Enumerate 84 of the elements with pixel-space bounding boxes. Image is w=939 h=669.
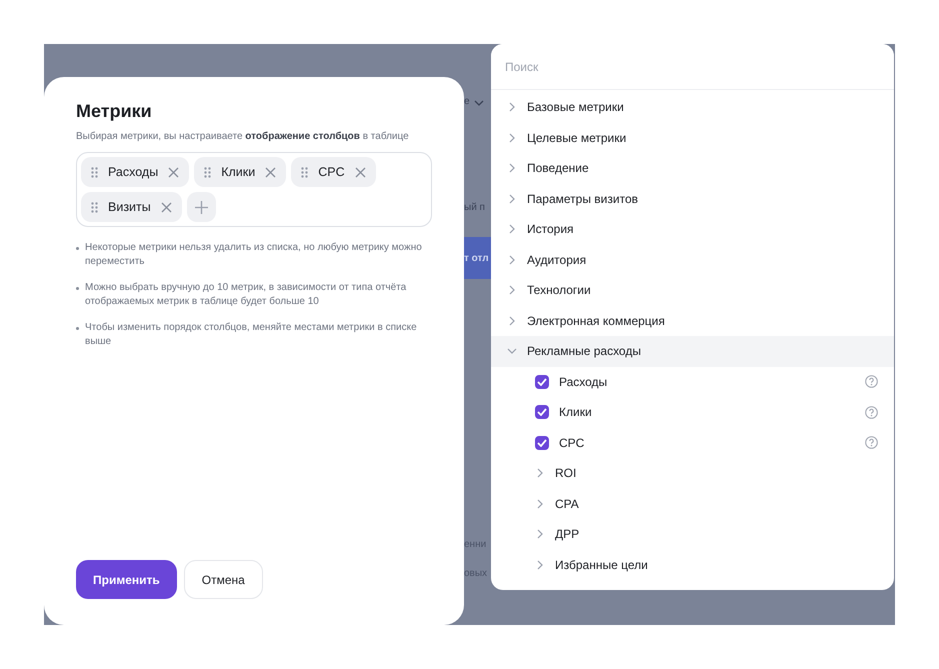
chip-label: Клики [221, 165, 256, 179]
chevron-right-icon [507, 254, 517, 265]
category-item[interactable]: Аудитория [491, 244, 894, 275]
help-icon[interactable] [865, 375, 878, 388]
category-label: Базовые метрики [527, 100, 624, 114]
category-item[interactable]: Технологии [491, 275, 894, 306]
metrics-chip-field[interactable]: Расходы Клики CPC Визиты [76, 152, 432, 227]
checkbox[interactable] [535, 436, 549, 450]
chip-label: CPC [318, 165, 345, 179]
dialog-title: Метрики [76, 101, 153, 122]
help-icon[interactable] [865, 436, 878, 450]
chevron-right-icon [507, 194, 517, 204]
metric-chip[interactable]: Расходы [81, 157, 190, 187]
category-label: Электронная коммерция [527, 314, 665, 328]
drag-handle-icon[interactable] [91, 202, 98, 212]
bullet-icon [76, 327, 79, 330]
hint-text: Некоторые метрики нельзя удалить из списка, но любую метрику можно переместить [85, 241, 423, 269]
metric-option[interactable]: Клики [491, 397, 894, 428]
chip-label: Визиты [108, 200, 151, 214]
chevron-right-icon [507, 163, 517, 174]
chevron-right-icon [507, 224, 517, 234]
search-field[interactable]: Поиск [491, 44, 894, 90]
cancel-button[interactable]: Отмена [184, 560, 263, 599]
category-label: История [527, 222, 574, 236]
category-item[interactable]: Целевые метрики [491, 122, 894, 153]
subgroup-item[interactable]: CPA [491, 488, 894, 519]
metric-chip[interactable]: CPC [291, 157, 376, 187]
chevron-right-icon [507, 316, 517, 326]
chevron-right-icon [507, 132, 517, 143]
drag-handle-icon[interactable] [204, 166, 212, 178]
category-item[interactable]: Параметры визитов [491, 184, 894, 214]
subgroup-item[interactable]: ROI [491, 458, 894, 488]
category-item[interactable]: Электронная коммерция [491, 306, 894, 336]
checkbox[interactable] [535, 405, 549, 420]
hint-text: Можно выбрать вручную до 10 метрик, в зависимости от типа отчёта отображаемых метрик в таблице будет больше 10 [85, 281, 408, 309]
background-text: е [464, 96, 470, 107]
chevron-right-icon [535, 560, 545, 570]
drag-handle-icon[interactable] [301, 166, 308, 178]
chevron-right-icon [507, 285, 517, 296]
hint-text: Чтобы изменить порядок столбцов, меняйте местами метрики в списке выше [85, 321, 418, 349]
close-icon[interactable] [160, 202, 172, 212]
close-icon[interactable] [265, 166, 276, 178]
subgroup-label: Избранные цели [555, 558, 649, 572]
subgroup-item[interactable]: ДРР [491, 519, 894, 550]
plus-icon [194, 200, 208, 214]
category-item[interactable]: История [491, 214, 894, 244]
close-icon[interactable] [168, 166, 180, 178]
bullet-icon [76, 287, 79, 290]
option-label: CPC [559, 436, 586, 450]
category-label: Целевые метрики [527, 130, 626, 145]
help-icon[interactable] [865, 406, 878, 419]
close-icon[interactable] [354, 166, 366, 178]
dialog-subtitle: Выбирая метрики, вы настраиваете отображение столбцов в таблице [76, 130, 409, 144]
category-label: Технологии [527, 283, 591, 298]
bullet-icon [76, 247, 79, 250]
category-label: Аудитория [527, 252, 586, 267]
chevron-down-icon [474, 100, 484, 106]
chevron-right-icon [535, 468, 545, 478]
checkbox[interactable] [535, 374, 549, 389]
metric-option[interactable]: Расходы [491, 366, 894, 397]
chevron-right-icon [535, 529, 545, 540]
subgroup-item[interactable]: Избранные цели [491, 550, 894, 580]
apply-button[interactable]: Применить [76, 560, 177, 599]
metric-chip[interactable]: Визиты [81, 192, 182, 222]
chevron-right-icon [535, 498, 545, 509]
category-item[interactable]: Базовые метрики [491, 92, 894, 122]
drag-handle-icon[interactable] [91, 166, 98, 178]
chevron-down-icon [507, 346, 517, 356]
chevron-right-icon [507, 102, 517, 112]
option-label: Клики [559, 405, 593, 420]
category-label: Параметры визитов [527, 192, 638, 206]
metric-option[interactable]: CPC [491, 428, 894, 458]
subgroup-label: CPA [555, 496, 580, 511]
category-label: Рекламные расходы [527, 344, 641, 358]
category-item[interactable]: Поведение [491, 153, 894, 184]
subgroup-label: ДРР [555, 527, 580, 542]
background-text: ый п [464, 202, 485, 213]
chip-label: Расходы [108, 165, 158, 179]
metric-chip[interactable]: Клики [194, 157, 286, 187]
subgroup-label: ROI [555, 466, 578, 480]
add-button[interactable] [186, 192, 216, 222]
category-item[interactable]: Рекламные расходы [491, 336, 894, 366]
category-label: Поведение [527, 161, 589, 176]
option-label: Расходы [559, 374, 608, 389]
